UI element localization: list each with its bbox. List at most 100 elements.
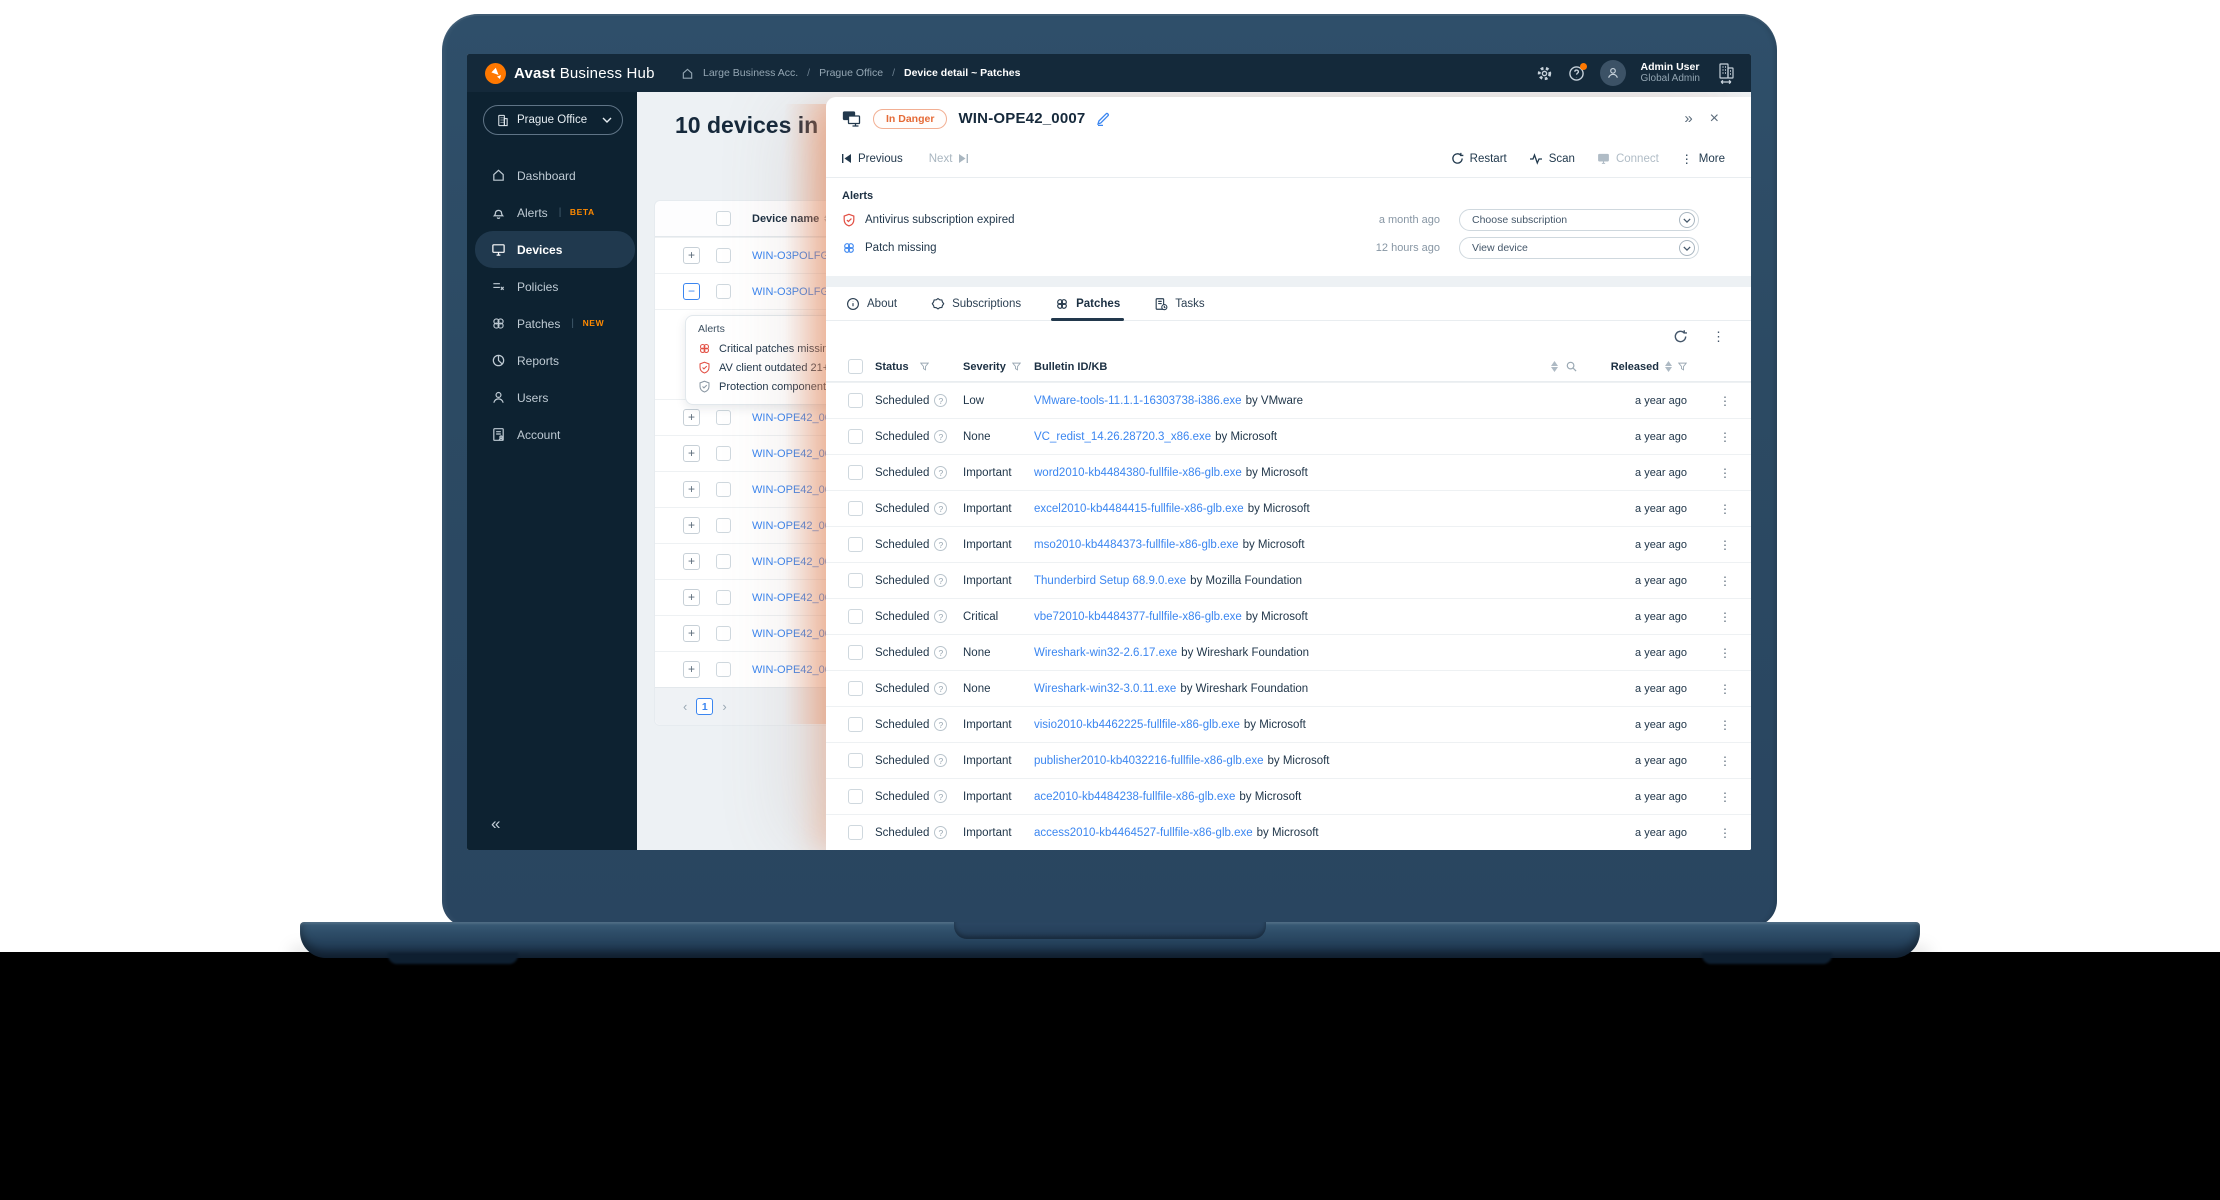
edit-icon[interactable] (1096, 112, 1110, 126)
status-help-icon[interactable]: ? (934, 538, 948, 551)
sidebar-item-account[interactable]: Account (467, 416, 637, 453)
bulletin-link[interactable]: VC_redist_14.26.28720.3_x86.exe (1034, 431, 1211, 443)
expand-row-button[interactable]: + (683, 625, 700, 642)
row-menu-icon[interactable]: ⋮ (1701, 754, 1731, 768)
previous-device-button[interactable]: Previous (842, 153, 903, 165)
row-checkbox[interactable] (848, 609, 863, 624)
row-checkbox[interactable] (848, 429, 863, 444)
expand-row-button[interactable]: + (683, 409, 700, 426)
select-all-checkbox[interactable] (716, 211, 731, 226)
column-bulletin[interactable]: Bulletin ID/KB (1034, 361, 1107, 373)
expand-panel-icon[interactable]: » (1684, 110, 1692, 127)
status-help-icon[interactable]: ? (934, 754, 948, 767)
row-menu-icon[interactable]: ⋮ (1701, 682, 1731, 696)
avatar[interactable] (1599, 60, 1626, 86)
row-checkbox[interactable] (848, 393, 863, 408)
sidebar-item-policies[interactable]: Policies (467, 268, 637, 305)
expand-row-button[interactable]: + (683, 247, 700, 264)
patch-row[interactable]: Scheduled ? Important access2010-kb44645… (826, 814, 1751, 850)
patch-row[interactable]: Scheduled ? Critical vbe72010-kb4484377-… (826, 598, 1751, 634)
row-checkbox[interactable] (716, 248, 731, 263)
patch-row[interactable]: Scheduled ? None Wireshark-win32-3.0.11.… (826, 670, 1751, 706)
row-checkbox[interactable] (716, 446, 731, 461)
row-checkbox[interactable] (716, 410, 731, 425)
sidebar-item-patches[interactable]: Patches NEW (467, 305, 637, 342)
row-checkbox[interactable] (716, 590, 731, 605)
column-severity[interactable]: Severity (963, 361, 1006, 373)
home-icon[interactable] (681, 67, 694, 80)
sort-icon[interactable] (1551, 361, 1558, 372)
bulletin-link[interactable]: Wireshark-win32-3.0.11.exe (1034, 683, 1176, 695)
user-info[interactable]: Admin User Global Admin (1641, 61, 1700, 86)
status-help-icon[interactable]: ? (934, 646, 948, 659)
row-checkbox[interactable] (716, 482, 731, 497)
table-menu-icon[interactable]: ⋮ (1712, 329, 1725, 345)
row-menu-icon[interactable]: ⋮ (1701, 430, 1731, 444)
row-checkbox[interactable] (716, 554, 731, 569)
expand-row-button[interactable]: + (683, 589, 700, 606)
row-checkbox[interactable] (848, 789, 863, 804)
gear-icon[interactable] (1536, 65, 1553, 82)
patch-row[interactable]: Scheduled ? Important excel2010-kb448441… (826, 490, 1751, 526)
expand-row-button[interactable]: + (683, 481, 700, 498)
patch-row[interactable]: Scheduled ? Important word2010-kb4484380… (826, 454, 1751, 490)
row-menu-icon[interactable]: ⋮ (1701, 502, 1731, 516)
bulletin-link[interactable]: publisher2010-kb4032216-fullfile-x86-glb… (1034, 755, 1264, 767)
patch-row[interactable]: Scheduled ? None Wireshark-win32-2.6.17.… (826, 634, 1751, 670)
row-checkbox[interactable] (848, 825, 863, 840)
bulletin-link[interactable]: word2010-kb4484380-fullfile-x86-glb.exe (1034, 467, 1242, 479)
sidebar-item-devices[interactable]: Devices (475, 231, 635, 268)
row-menu-icon[interactable]: ⋮ (1701, 718, 1731, 732)
scan-button[interactable]: Scan (1529, 152, 1575, 166)
filter-icon[interactable] (1011, 362, 1021, 371)
row-checkbox[interactable] (848, 465, 863, 480)
tab-subscriptions[interactable]: Subscriptions (931, 287, 1021, 320)
org-selector[interactable]: Prague Office (483, 105, 623, 135)
patch-row[interactable]: Scheduled ? Low VMware-tools-11.1.1-1630… (826, 382, 1751, 418)
sidebar-item-alerts[interactable]: Alerts BETA (467, 194, 637, 231)
column-status[interactable]: Status (875, 361, 909, 373)
patch-row[interactable]: Scheduled ? Important publisher2010-kb40… (826, 742, 1751, 778)
patch-row[interactable]: Scheduled ? None VC_redist_14.26.28720.3… (826, 418, 1751, 454)
bulletin-link[interactable]: Wireshark-win32-2.6.17.exe (1034, 647, 1177, 659)
row-checkbox[interactable] (848, 717, 863, 732)
status-help-icon[interactable]: ? (934, 466, 948, 479)
bulletin-link[interactable]: Thunderbird Setup 68.9.0.exe (1034, 575, 1186, 587)
view-device-dropdown[interactable]: View device (1459, 237, 1699, 259)
status-help-icon[interactable]: ? (934, 574, 948, 587)
filter-icon[interactable] (919, 362, 929, 371)
more-button[interactable]: ⋮ More (1681, 152, 1725, 166)
bulletin-link[interactable]: ace2010-kb4484238-fullfile-x86-glb.exe (1034, 791, 1235, 803)
row-checkbox[interactable] (848, 573, 863, 588)
select-all-checkbox[interactable] (848, 359, 863, 374)
help-icon[interactable] (1568, 62, 1587, 82)
status-help-icon[interactable]: ? (934, 826, 948, 839)
bulletin-link[interactable]: VMware-tools-11.1.1-16303738-i386.exe (1034, 395, 1242, 407)
connect-button[interactable]: Connect (1597, 152, 1659, 166)
bulletin-link[interactable]: vbe72010-kb4484377-fullfile-x86-glb.exe (1034, 611, 1242, 623)
row-menu-icon[interactable]: ⋮ (1701, 826, 1731, 840)
row-checkbox[interactable] (848, 537, 863, 552)
status-help-icon[interactable]: ? (934, 718, 948, 731)
status-help-icon[interactable]: ? (934, 502, 948, 515)
sidebar-item-dashboard[interactable]: Dashboard (467, 157, 637, 194)
company-switcher-icon[interactable] (1715, 62, 1737, 85)
expand-row-button[interactable]: + (683, 517, 700, 534)
row-menu-icon[interactable]: ⋮ (1701, 646, 1731, 660)
next-device-button[interactable]: Next (929, 153, 969, 165)
restart-button[interactable]: Restart (1451, 152, 1507, 166)
row-checkbox[interactable] (716, 662, 731, 677)
close-icon[interactable]: × (1710, 110, 1719, 128)
row-menu-icon[interactable]: ⋮ (1701, 466, 1731, 480)
row-menu-icon[interactable]: ⋮ (1701, 394, 1731, 408)
row-menu-icon[interactable]: ⋮ (1701, 610, 1731, 624)
tab-tasks[interactable]: Tasks (1154, 287, 1205, 320)
patch-row[interactable]: Scheduled ? Important visio2010-kb446222… (826, 706, 1751, 742)
status-help-icon[interactable]: ? (934, 430, 948, 443)
patch-row[interactable]: Scheduled ? Important ace2010-kb4484238-… (826, 778, 1751, 814)
choose-subscription-dropdown[interactable]: Choose subscription (1459, 209, 1699, 231)
row-checkbox[interactable] (716, 518, 731, 533)
status-help-icon[interactable]: ? (934, 790, 948, 803)
collapse-row-button[interactable]: − (683, 283, 700, 300)
tab-about[interactable]: About (846, 287, 897, 320)
